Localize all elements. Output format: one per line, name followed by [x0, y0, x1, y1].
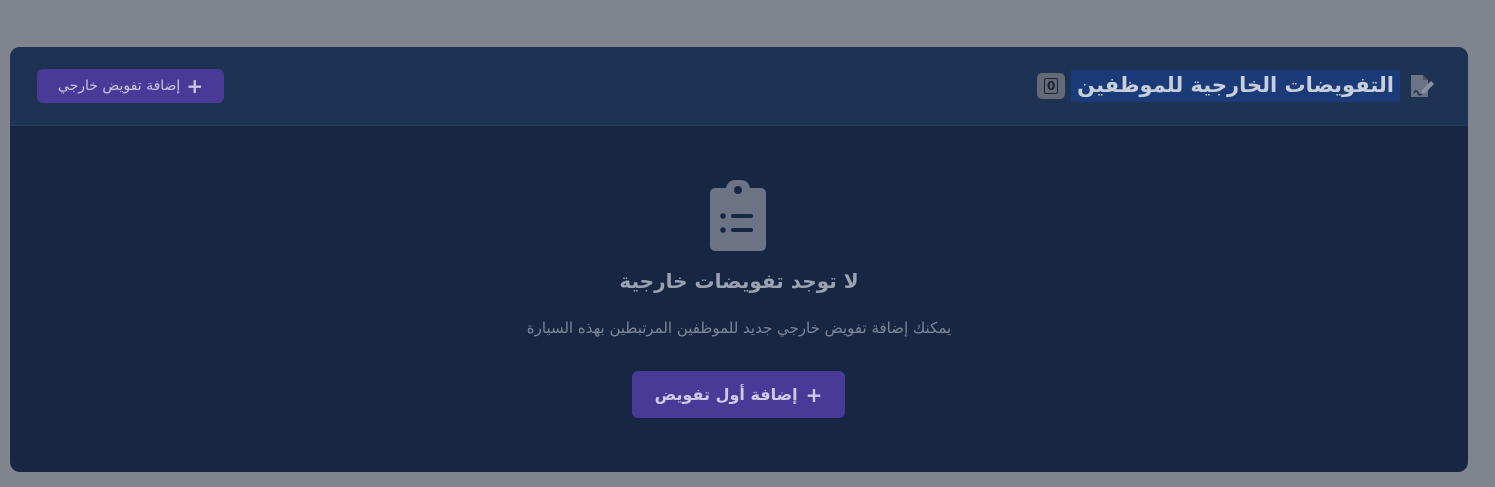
clipboard-list-icon: [708, 178, 768, 254]
add-first-delegation-button[interactable]: + إضافة أول تفويض: [632, 371, 845, 418]
add-external-delegation-label: إضافة تفويض خارجي: [57, 78, 181, 94]
external-delegations-card: التفويضات الخارجية للموظفين 0 + إضافة تف…: [10, 47, 1468, 472]
card-title: التفويضات الخارجية للموظفين: [1071, 70, 1400, 102]
count-badge: 0: [1037, 73, 1066, 99]
add-first-delegation-label: إضافة أول تفويض: [654, 385, 798, 404]
plus-icon: +: [805, 382, 823, 407]
card-header: التفويضات الخارجية للموظفين 0 + إضافة تف…: [10, 47, 1468, 126]
empty-state-title: لا توجد تفويضات خارجية: [619, 269, 859, 293]
empty-state-description: يمكنك إضافة تفويض خارجي جديد للموظفين ال…: [526, 319, 952, 337]
card-title-group: التفويضات الخارجية للموظفين 0: [1037, 69, 1436, 103]
file-signature-icon: [1406, 71, 1436, 101]
plus-icon: +: [186, 74, 204, 98]
add-external-delegation-button[interactable]: + إضافة تفويض خارجي: [37, 69, 224, 103]
